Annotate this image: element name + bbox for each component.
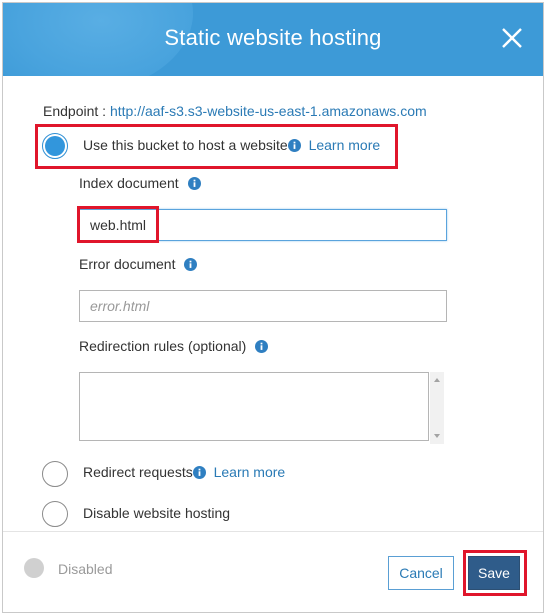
index-document-input[interactable] — [79, 209, 447, 241]
redirect-requests-label: Redirect requests — [83, 464, 193, 480]
save-button[interactable]: Save — [468, 556, 520, 590]
index-document-label-row: Index document — [79, 175, 201, 193]
redirect-requests-option: Redirect requests Learn more — [83, 464, 285, 482]
redirect-requests-radio[interactable] — [42, 461, 68, 487]
status-indicator — [24, 558, 44, 578]
endpoint-label: Endpoint : — [43, 103, 107, 119]
close-icon[interactable] — [497, 23, 527, 53]
textarea-scrollbar[interactable] — [430, 372, 444, 444]
info-icon[interactable] — [184, 258, 198, 274]
redirection-rules-label-row: Redirection rules (optional) — [79, 338, 269, 356]
error-document-input[interactable] — [79, 290, 447, 322]
error-document-label-row: Error document — [79, 256, 198, 274]
error-document-label: Error document — [79, 256, 176, 272]
index-document-label: Index document — [79, 175, 179, 191]
dialog-header: Static website hosting — [3, 3, 543, 76]
cancel-button[interactable]: Cancel — [388, 556, 454, 590]
status-label: Disabled — [58, 561, 113, 577]
host-website-label: Use this bucket to host a website — [83, 137, 288, 153]
info-icon[interactable] — [192, 466, 206, 482]
redirection-rules-textarea[interactable] — [79, 372, 429, 441]
host-website-radio[interactable] — [42, 133, 68, 159]
static-website-hosting-dialog: Static website hosting Endpoint : http:/… — [2, 2, 544, 613]
host-learn-more-link[interactable]: Learn more — [309, 137, 381, 153]
host-website-option: Use this bucket to host a website Learn … — [83, 137, 380, 155]
endpoint-row: Endpoint : http://aaf-s3.s3-website-us-e… — [43, 103, 427, 119]
dialog-title: Static website hosting — [164, 25, 382, 50]
info-icon[interactable] — [187, 177, 201, 193]
info-icon[interactable] — [287, 139, 301, 155]
footer-divider — [3, 531, 543, 532]
disable-hosting-label: Disable website hosting — [83, 505, 231, 521]
redirect-learn-more-link[interactable]: Learn more — [214, 464, 286, 480]
disable-hosting-radio[interactable] — [42, 501, 68, 527]
redirection-rules-label: Redirection rules (optional) — [79, 338, 247, 354]
endpoint-link[interactable]: http://aaf-s3.s3-website-us-east-1.amazo… — [110, 103, 427, 119]
info-icon[interactable] — [255, 340, 269, 356]
